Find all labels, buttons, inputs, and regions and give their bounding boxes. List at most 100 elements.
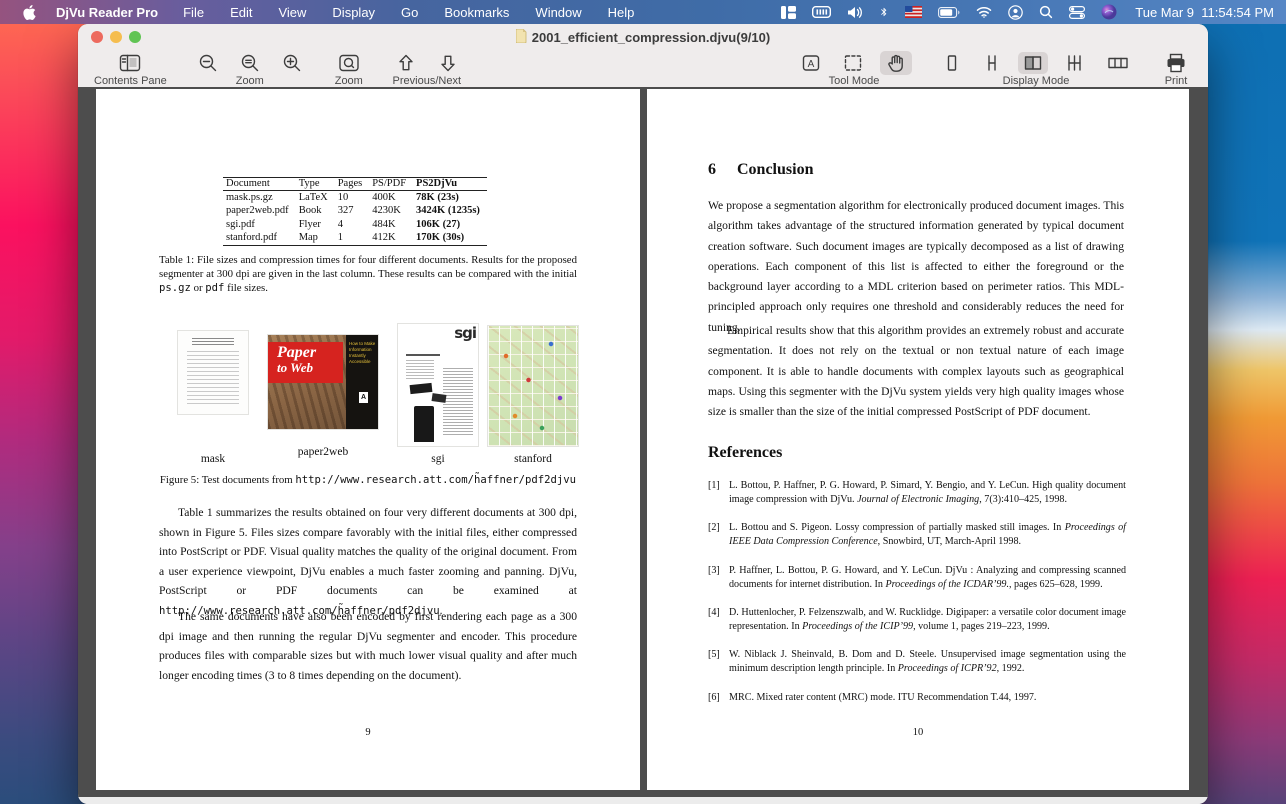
table-caption: Table 1: File sizes and compression time… — [159, 254, 577, 294]
cover-title-line1: Paper — [277, 344, 317, 361]
previous-page-button[interactable] — [391, 51, 421, 75]
tool-mode-label: Tool Mode — [828, 75, 880, 87]
next-page-button[interactable] — [433, 51, 463, 75]
print-label: Print — [1164, 75, 1188, 87]
reference-item: [1] L. Bottou, P. Haffner, P. G. Howard, … — [708, 480, 1126, 505]
references-list: [1] L. Bottou, P. Haffner, P. G. Howard, … — [708, 479, 1126, 719]
battery-icon[interactable] — [930, 0, 968, 24]
menu-clock[interactable]: Tue Mar 9 11:54:54 PM — [1125, 5, 1274, 20]
cover-title-line2: to Web — [277, 360, 313, 375]
single-page-mode-button[interactable] — [938, 52, 966, 74]
document-icon — [515, 28, 527, 46]
paragraph: Table 1 summarizes the results obtained … — [159, 506, 577, 617]
print-group: Print — [1160, 52, 1192, 87]
paragraph: We propose a segmentation algorithm for … — [708, 199, 1124, 334]
zoom-in-button[interactable] — [277, 51, 307, 75]
bluetooth-icon[interactable] — [871, 0, 897, 24]
menu-view[interactable]: View — [265, 5, 319, 20]
table-row: stanford.pdf Map 1 412K 170K (30s) — [226, 232, 465, 244]
page-number-right: 10 — [912, 727, 924, 738]
tiles-icon[interactable] — [773, 0, 804, 24]
reference-item: [6] MRC. Mixed rater content (MRC) mode. … — [708, 691, 1037, 703]
tool-mode-group: A Tool Mode — [796, 51, 912, 87]
menu-bookmarks[interactable]: Bookmarks — [431, 5, 522, 20]
wide-spread-mode-button[interactable] — [1102, 52, 1134, 74]
marquee-zoom-button[interactable] — [333, 52, 365, 74]
page-10: 6 Conclusion We propose a segmentation al… — [647, 89, 1189, 790]
table-row: mask.ps.gz LaTeX 10 400K 78K (23s) — [226, 192, 459, 203]
document-view[interactable]: Document Type Pages PS/PDF PS2DjVu mask.… — [78, 87, 1208, 797]
thumbnail-sgi: sgi — [398, 324, 478, 446]
marquee-select-tool-button[interactable] — [838, 52, 868, 74]
user-switch-icon[interactable] — [1000, 0, 1031, 24]
window-title: 2001_efficient_compression.djvu(9/10) — [531, 29, 771, 45]
menu-go[interactable]: Go — [388, 5, 431, 20]
menu-bar: DjVu Reader Pro File Edit View Display G… — [0, 0, 1286, 24]
contents-pane-label: Contents Pane — [94, 75, 167, 87]
page-9: Document Type Pages PS/PDF PS2DjVu mask.… — [96, 89, 640, 790]
zoom-actual-size-button[interactable] — [235, 51, 265, 75]
svg-text:A: A — [808, 59, 815, 70]
menu-help[interactable]: Help — [595, 5, 648, 20]
hand-tool-button[interactable] — [880, 51, 912, 75]
control-center-icon[interactable] — [1061, 0, 1093, 24]
figure-label-paper2web: paper2web — [297, 446, 349, 458]
figure-caption: Figure 5: Test documents from http://www… — [159, 474, 577, 486]
marquee-zoom-label: Zoom — [334, 75, 363, 87]
apple-menu[interactable] — [14, 4, 44, 21]
page-number-left: 9 — [365, 727, 371, 738]
col-pages: Pages — [334, 177, 370, 191]
menu-display[interactable]: Display — [319, 5, 388, 20]
app-window: 2001_efficient_compression.djvu(9/10) Co… — [78, 24, 1208, 804]
col-document: Document — [223, 177, 296, 191]
reference-item: [3] P. Haffner, L. Bottou, P. G. Howard, … — [708, 564, 1126, 590]
thumbnail-mask — [178, 331, 248, 414]
display-mode-group: Display Mode — [938, 52, 1134, 87]
thumbnail-stanford — [488, 326, 578, 446]
menu-window[interactable]: Window — [522, 5, 594, 20]
reference-item: [2] L. Bottou and S. Pigeon. Lossy compre… — [708, 522, 1126, 548]
section-heading-conclusion: 6 Conclusion — [708, 161, 814, 178]
table-row: sgi.pdf Flyer 4 484K 106K (27) — [226, 218, 461, 230]
print-button[interactable] — [1160, 51, 1192, 75]
us-flag-input-icon[interactable] — [897, 0, 930, 24]
thumbnail-paper2web: Paper to Web How to Make Information Inst… — [268, 335, 378, 429]
two-page-mode-button[interactable] — [1018, 52, 1048, 74]
wifi-icon[interactable] — [968, 0, 1000, 24]
marquee-zoom-group: Zoom — [333, 52, 365, 87]
spotlight-icon[interactable] — [1031, 0, 1061, 24]
volume-icon[interactable] — [839, 0, 871, 24]
contents-pane-group: Contents Pane — [94, 52, 167, 87]
paragraph: Empirical results show that this algorit… — [708, 324, 1124, 419]
prev-next-label: Previous/Next — [392, 75, 462, 87]
cover-side-text: How to Make Information Instantly Access… — [349, 341, 376, 364]
display-mode-label: Display Mode — [1002, 75, 1070, 87]
two-page-continuous-mode-button[interactable] — [1060, 52, 1090, 74]
window-bottom-edge — [78, 797, 1208, 804]
siri-icon[interactable] — [1093, 0, 1125, 24]
zoom-out-button[interactable] — [193, 51, 223, 75]
text-select-tool-button[interactable]: A — [796, 52, 826, 74]
reference-item: [5] W. Niblack J. Sheinvald, B. Dom and D… — [708, 649, 1126, 675]
figure-label-mask: mask — [200, 453, 226, 465]
col-ps2djvu: PS2DjVu — [413, 177, 487, 191]
cover-logo: A — [359, 392, 368, 403]
sgi-logo-text: sgi — [454, 324, 477, 342]
toolbar: Contents Pane Zoom Zoom Previous/Next A … — [78, 50, 1208, 88]
menu-edit[interactable]: Edit — [217, 5, 265, 20]
figure-label-stanford: stanford — [514, 453, 552, 465]
contents-pane-button[interactable] — [114, 52, 146, 74]
keyboard-icon[interactable] — [804, 0, 839, 24]
paragraph: The same documents have also been encode… — [159, 610, 577, 682]
zoom-group: Zoom — [193, 52, 307, 87]
zoom-label: Zoom — [235, 75, 264, 87]
prev-next-group: Previous/Next — [391, 52, 463, 87]
title-bar: 2001_efficient_compression.djvu(9/10) — [78, 24, 1208, 50]
table-row: paper2web.pdf Book 327 4230K 3424K (1235s) — [226, 205, 480, 217]
col-pspdf: PS/PDF — [369, 177, 414, 191]
continuous-mode-button[interactable] — [978, 52, 1006, 74]
reference-item: [4] D. Huttenlocher, P. Felzenszwalb, and… — [708, 606, 1126, 632]
menu-file[interactable]: File — [170, 5, 217, 20]
menu-app-name[interactable]: DjVu Reader Pro — [44, 5, 170, 20]
section-heading-references: References — [708, 444, 783, 461]
